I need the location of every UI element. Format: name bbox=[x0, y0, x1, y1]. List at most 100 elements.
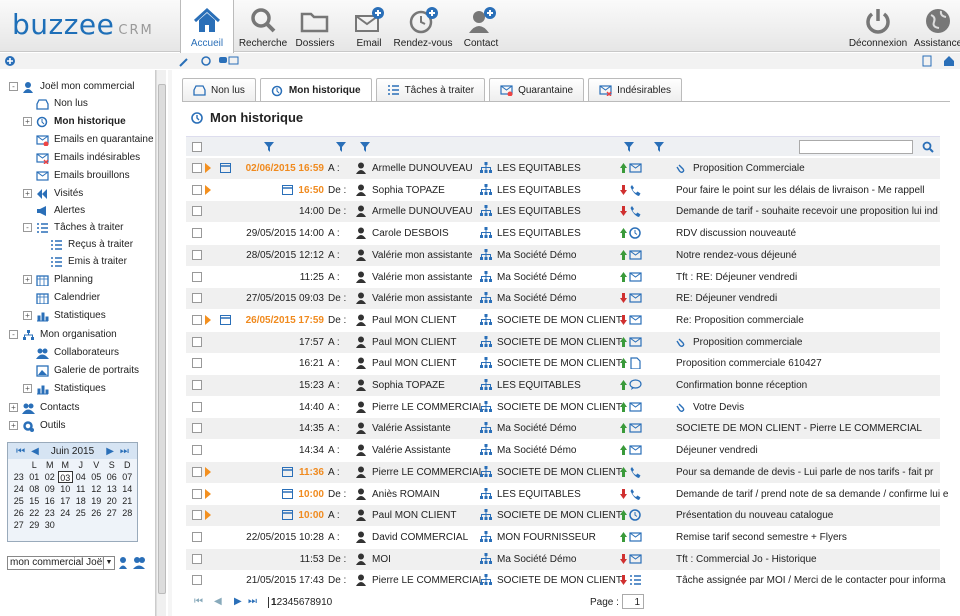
calendar-day[interactable]: 04 bbox=[73, 471, 89, 483]
calendar-day[interactable]: 23 bbox=[42, 507, 58, 519]
tree-expander[interactable]: + bbox=[23, 384, 32, 393]
calendar-day[interactable]: 14 bbox=[120, 483, 136, 495]
table-row[interactable]: 22/05/2015 10:28 A : David COMMERCIAL MO… bbox=[186, 527, 940, 548]
sidebar-item[interactable]: Emails en quarantaine bbox=[36, 131, 154, 148]
row-checkbox[interactable] bbox=[192, 380, 202, 390]
sidebar-item[interactable]: Galerie de portraits bbox=[36, 362, 139, 379]
calendar-day[interactable]: 20 bbox=[104, 495, 120, 507]
row-checkbox[interactable] bbox=[192, 531, 202, 542]
calendar-day[interactable]: 26 bbox=[89, 507, 105, 519]
calendar-day[interactable]: 05 bbox=[89, 471, 105, 483]
sidebar-item[interactable]: Tâches à traiter bbox=[36, 219, 123, 236]
table-row[interactable]: 14:34 A : Valérie Assistante Ma Société … bbox=[186, 440, 940, 461]
row-checkbox[interactable] bbox=[192, 358, 202, 369]
user-select[interactable]: mon commercial Joël ▼ bbox=[7, 556, 115, 570]
table-row[interactable]: 11:36 A : Pierre LE COMMERCIAL SOCIETE D… bbox=[186, 461, 940, 483]
calendar-day[interactable]: 07 bbox=[120, 471, 136, 483]
table-row[interactable]: 26/05/2015 17:59 De : Paul MON CLIENT SO… bbox=[186, 310, 940, 331]
nav-folder-button[interactable]: Dossiers bbox=[288, 0, 342, 52]
expand-arrow-icon[interactable] bbox=[205, 488, 211, 499]
tab-indésirables[interactable]: Indésirables bbox=[588, 78, 683, 101]
table-row[interactable]: 17:57 A : Paul MON CLIENT SOCIETE DE MON… bbox=[186, 331, 940, 353]
sidebar-item[interactable]: Reçus à traiter bbox=[50, 236, 133, 253]
next-month-button[interactable]: ▶ bbox=[106, 446, 114, 457]
calendar-day[interactable]: 27 bbox=[104, 507, 120, 519]
search-icon[interactable] bbox=[922, 141, 934, 153]
toolbar-icons[interactable] bbox=[179, 55, 239, 67]
table-row[interactable]: 21/05/2015 17:43 De : Pierre LE COMMERCI… bbox=[186, 570, 946, 591]
row-checkbox[interactable] bbox=[192, 336, 202, 347]
row-checkbox[interactable] bbox=[192, 510, 202, 521]
table-row[interactable]: 02/06/2015 16:59 A : Armelle DUNOUVEAU L… bbox=[186, 158, 940, 179]
users-icons[interactable] bbox=[118, 556, 148, 570]
tree-expander[interactable]: + bbox=[23, 275, 32, 284]
row-checkbox[interactable] bbox=[192, 228, 202, 239]
page-input[interactable]: 1 bbox=[622, 594, 644, 609]
table-row[interactable]: 14:40 A : Pierre LE COMMERCIAL SOCIETE D… bbox=[186, 397, 940, 418]
tree-expander[interactable]: + bbox=[23, 189, 32, 198]
calendar-day[interactable]: 09 bbox=[42, 483, 58, 495]
next-year-button[interactable]: ⏭ bbox=[120, 446, 129, 457]
calendar-day[interactable]: 28 bbox=[120, 507, 136, 519]
row-checkbox[interactable] bbox=[192, 293, 202, 304]
tree-expander[interactable]: - bbox=[9, 82, 18, 91]
nav-contact-add-button[interactable]: Contact bbox=[454, 0, 508, 52]
table-row[interactable]: 14:00 De : Armelle DUNOUVEAU LES EQUITAB… bbox=[186, 201, 940, 223]
calendar-day[interactable]: 01 bbox=[27, 471, 43, 483]
sidebar-scrollbar[interactable] bbox=[156, 70, 166, 616]
select-all-checkbox[interactable] bbox=[192, 142, 202, 152]
table-row[interactable]: 16:50 De : Sophia TOPAZE LES EQUITABLES … bbox=[186, 180, 940, 201]
nav-home-button[interactable]: Accueil bbox=[180, 0, 234, 53]
sidebar-item[interactable]: Contacts bbox=[22, 399, 79, 416]
tree-expander[interactable]: - bbox=[23, 223, 32, 232]
page-link[interactable]: 1 bbox=[268, 597, 277, 608]
calendar-day[interactable]: 11 bbox=[73, 483, 89, 495]
calendar-day[interactable]: 08 bbox=[27, 483, 43, 495]
prev-month-button[interactable]: ◀ bbox=[31, 446, 39, 457]
calendar-day[interactable] bbox=[120, 519, 136, 531]
sidebar-item[interactable]: Calendrier bbox=[36, 289, 100, 306]
power-button[interactable]: Déconnexion bbox=[849, 0, 907, 52]
table-row[interactable]: 14:35 A : Valérie Assistante Ma Société … bbox=[186, 418, 940, 440]
expand-arrow-icon[interactable] bbox=[205, 184, 211, 195]
expand-arrow-icon[interactable] bbox=[205, 466, 211, 477]
row-checkbox[interactable] bbox=[192, 445, 202, 456]
table-row[interactable]: 10:00 A : Paul MON CLIENT SOCIETE DE MON… bbox=[186, 505, 940, 527]
row-checkbox[interactable] bbox=[192, 466, 202, 477]
calendar-day[interactable]: 24 bbox=[58, 507, 74, 519]
calendar-day[interactable] bbox=[89, 519, 105, 531]
filter-icon[interactable] bbox=[336, 142, 348, 152]
sidebar-item[interactable]: Emails indésirables bbox=[36, 149, 140, 166]
table-row[interactable]: 11:53 De : MOI Ma Société Démo Tft : Com… bbox=[186, 548, 940, 570]
calendar-day[interactable]: 30 bbox=[42, 519, 58, 531]
nav-clock-add-button[interactable]: Rendez-vous bbox=[392, 0, 454, 52]
tree-expander[interactable]: + bbox=[23, 117, 32, 126]
sidebar-item[interactable]: Mon organisation bbox=[22, 326, 117, 343]
row-checkbox[interactable] bbox=[192, 575, 202, 586]
sidebar-item[interactable]: Emis à traiter bbox=[50, 253, 127, 270]
calendar-day[interactable]: 06 bbox=[104, 471, 120, 483]
row-checkbox[interactable] bbox=[192, 271, 202, 282]
tab-tâches-à-traiter[interactable]: Tâches à traiter bbox=[375, 78, 486, 101]
add-icon[interactable] bbox=[4, 55, 18, 67]
tree-expander[interactable]: + bbox=[9, 403, 18, 412]
last-page-button[interactable]: ⏭ bbox=[248, 596, 257, 607]
row-checkbox[interactable] bbox=[192, 553, 202, 564]
calendar-day[interactable]: 25 bbox=[73, 507, 89, 519]
table-row[interactable]: 11:25 A : Valérie mon assistante Ma Soci… bbox=[186, 267, 940, 288]
tab-non-lus[interactable]: Non lus bbox=[182, 78, 256, 101]
tree-expander[interactable]: + bbox=[9, 421, 18, 430]
sidebar-item[interactable]: Statistiques bbox=[36, 307, 106, 324]
sidebar-item[interactable]: Emails brouillons bbox=[36, 167, 130, 184]
row-checkbox[interactable] bbox=[192, 163, 202, 173]
sidebar-item[interactable]: Visités bbox=[36, 185, 83, 202]
first-page-button[interactable]: ⏮ bbox=[194, 596, 203, 607]
row-checkbox[interactable] bbox=[192, 249, 202, 260]
search-input[interactable] bbox=[799, 140, 913, 154]
calendar-day[interactable]: 15 bbox=[27, 495, 43, 507]
nav-email-add-button[interactable]: Email bbox=[342, 0, 396, 52]
table-row[interactable]: 28/05/2015 12:12 A : Valérie mon assista… bbox=[186, 244, 940, 266]
row-checkbox[interactable] bbox=[192, 184, 202, 195]
calendar-day[interactable] bbox=[104, 519, 120, 531]
calendar-day[interactable]: 21 bbox=[120, 495, 136, 507]
